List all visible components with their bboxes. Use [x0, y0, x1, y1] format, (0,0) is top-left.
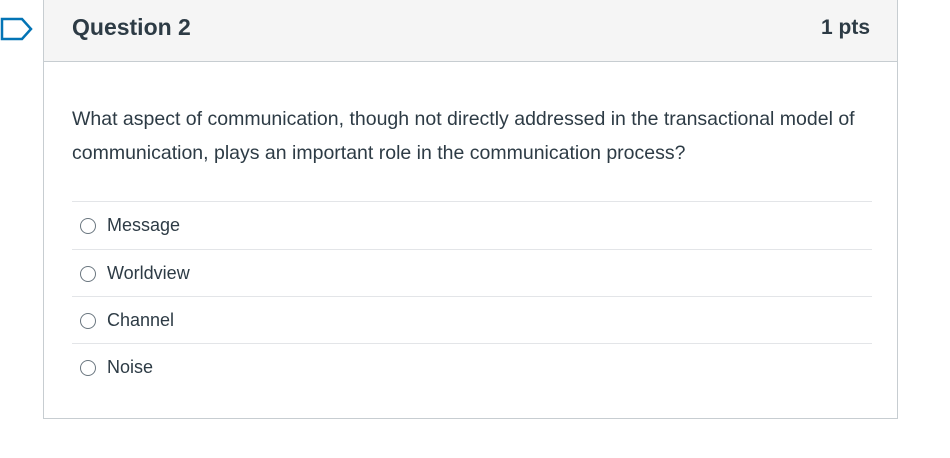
question-text: What aspect of communication, though not… [72, 108, 855, 164]
question-header: Question 2 1 pts [44, 0, 897, 62]
answer-label[interactable]: Message [107, 215, 180, 236]
question-title: Question 2 [72, 14, 191, 40]
radio-button[interactable] [80, 360, 96, 376]
answer-label[interactable]: Worldview [107, 263, 190, 284]
question-points: 1 pts [820, 16, 870, 39]
answer-label[interactable]: Channel [107, 310, 174, 331]
question-card: Question 2 1 pts What aspect of communic… [43, 0, 898, 419]
radio-button[interactable] [80, 313, 96, 329]
radio-button[interactable] [80, 218, 96, 234]
answer-label[interactable]: Noise [107, 357, 153, 378]
answer-option-message[interactable]: Message [72, 201, 872, 249]
answer-list: Message Worldview Channel Noise [72, 201, 872, 390]
answer-option-noise[interactable]: Noise [72, 343, 872, 390]
radio-button[interactable] [80, 266, 96, 282]
answer-option-channel[interactable]: Channel [72, 296, 872, 343]
answer-option-worldview[interactable]: Worldview [72, 249, 872, 296]
flag-question-icon[interactable] [0, 17, 34, 41]
